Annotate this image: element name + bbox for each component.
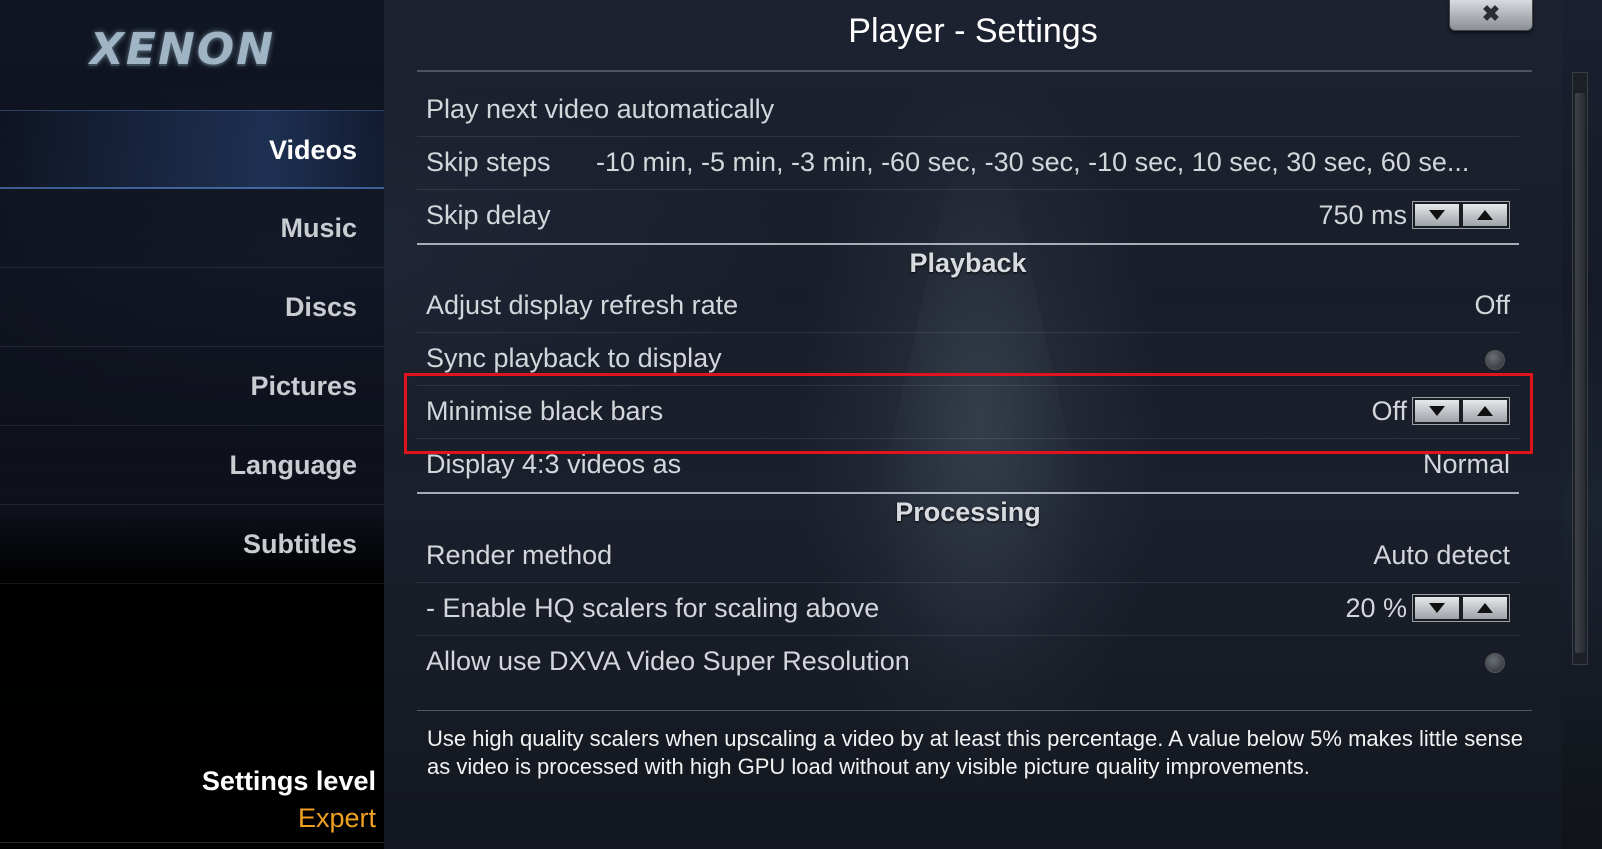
scrollbar-thumb[interactable]: [1575, 93, 1585, 653]
settings-level-label: Settings level: [201, 766, 376, 796]
scrollbar[interactable]: [1572, 72, 1588, 665]
triangle-up-icon: [1477, 210, 1493, 220]
setting-adjust-refresh-rate[interactable]: Adjust display refresh rate Off: [417, 280, 1519, 333]
section-divider: [417, 492, 1519, 494]
setting-label: Allow use DXVA Video Super Resolution: [426, 646, 910, 676]
section-header-processing: Processing: [895, 497, 1041, 527]
page-title: Player - Settings: [848, 12, 1098, 50]
section-header-playback: Playback: [909, 248, 1027, 278]
sidebar-item-videos[interactable]: Videos: [0, 110, 384, 189]
setting-label: Sync playback to display: [426, 343, 722, 373]
sidebar-item-subtitles[interactable]: Subtitles: [0, 505, 384, 584]
setting-label: Skip steps: [426, 147, 551, 177]
section-divider: [417, 243, 1519, 245]
setting-dxva-super-resolution[interactable]: Allow use DXVA Video Super Resolution: [417, 636, 1519, 689]
setting-value: Auto detect: [1373, 540, 1510, 570]
highlight-annotation: [404, 373, 1533, 454]
radio-off-icon[interactable]: [1485, 653, 1505, 673]
spinner-up-button[interactable]: [1463, 597, 1507, 619]
skip-delay-spinner: [1412, 201, 1510, 229]
spinner-down-button[interactable]: [1415, 597, 1459, 619]
setting-skip-steps[interactable]: Skip steps -10 min, -5 min, -3 min, -60 …: [417, 137, 1519, 190]
setting-render-method[interactable]: Render method Auto detect: [417, 530, 1519, 583]
setting-label: Skip delay: [426, 200, 551, 230]
radio-off-icon[interactable]: [1485, 350, 1505, 370]
xenon-logo: XENON: [90, 24, 276, 75]
setting-label: Adjust display refresh rate: [426, 290, 739, 320]
setting-value: Off: [1474, 290, 1510, 320]
setting-skip-delay[interactable]: Skip delay 750 ms: [417, 190, 1519, 243]
close-icon: ✖: [1481, 1, 1501, 26]
triangle-up-icon: [1477, 603, 1493, 613]
setting-hq-scalers[interactable]: - Enable HQ scalers for scaling above 20…: [417, 583, 1519, 636]
sidebar-item-pictures[interactable]: Pictures: [0, 347, 384, 426]
divider: [0, 842, 384, 843]
sidebar-item-music[interactable]: Music: [0, 189, 384, 268]
setting-play-next[interactable]: Play next video automatically: [417, 84, 1519, 137]
setting-value: 750 ms: [1318, 200, 1407, 230]
setting-value: -10 min, -5 min, -3 min, -60 sec, -30 se…: [596, 147, 1470, 177]
settings-level-value: Expert: [297, 803, 376, 833]
setting-value: 20 %: [1345, 593, 1407, 623]
description-divider: [417, 710, 1532, 711]
setting-label: Play next video automatically: [426, 94, 775, 124]
setting-label: Render method: [426, 540, 613, 570]
settings-level-button[interactable]: Settings level Expert: [202, 766, 376, 834]
triangle-down-icon: [1429, 603, 1445, 613]
setting-description: Use high quality scalers when upscaling …: [427, 726, 1523, 779]
spinner-up-button[interactable]: [1463, 204, 1507, 226]
setting-label: - Enable HQ scalers for scaling above: [426, 593, 880, 623]
sidebar: XENON Videos Music Discs Pictures Langua…: [0, 0, 384, 849]
title-divider: [417, 70, 1532, 72]
settings-category-list: Videos Music Discs Pictures Language Sub…: [0, 110, 384, 584]
spinner-down-button[interactable]: [1415, 204, 1459, 226]
close-button[interactable]: ✖: [1449, 0, 1533, 31]
hq-scalers-spinner: [1412, 594, 1510, 622]
sidebar-item-language[interactable]: Language: [0, 426, 384, 505]
sidebar-item-discs[interactable]: Discs: [0, 268, 384, 347]
triangle-down-icon: [1429, 210, 1445, 220]
